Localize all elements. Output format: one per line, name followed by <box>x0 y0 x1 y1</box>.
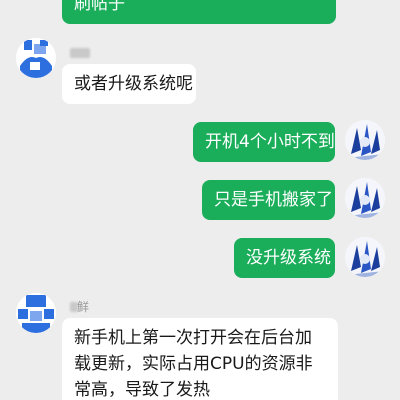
incoming-message-bubble[interactable]: 新手机上第一次打开会在后台加载更新，实际占用CPU的资源非常高，导致了发热 <box>62 318 338 400</box>
outgoing-message-bubble[interactable]: 只是手机搬家了 <box>202 180 335 220</box>
outgoing-message-bubble[interactable]: 没升级系统 <box>234 238 335 278</box>
sender-avatar[interactable] <box>16 293 56 333</box>
my-avatar[interactable] <box>345 120 385 160</box>
message-text: 开机4个小时不到 <box>205 132 335 152</box>
user-avatar-icon <box>16 293 56 333</box>
user-avatar-icon <box>16 38 56 78</box>
outgoing-message-bubble[interactable]: 刷帖子 <box>62 0 336 24</box>
my-avatar[interactable] <box>345 178 385 218</box>
outgoing-message-bubble[interactable]: 开机4个小时不到 <box>193 122 335 162</box>
message-text: 没升级系统 <box>246 248 331 268</box>
incoming-message-bubble[interactable]: 或者升级系统呢 <box>62 64 196 104</box>
user-photo-avatar <box>345 120 385 160</box>
user-photo-avatar <box>345 178 385 218</box>
message-text: 或者升级系统呢 <box>74 74 193 94</box>
message-text: 只是手机搬家了 <box>214 190 333 210</box>
sender-name <box>70 48 90 58</box>
message-text: 新手机上第一次打开会在后台加载更新，实际占用CPU的资源非常高，导致了发热 <box>74 328 313 400</box>
sender-name: 鲜 <box>77 300 90 314</box>
user-photo-avatar <box>345 237 385 277</box>
message-text: 刷帖子 <box>74 0 125 14</box>
sender-avatar[interactable] <box>16 38 56 78</box>
my-avatar[interactable] <box>345 237 385 277</box>
chat-screen: 刷帖子 或者升级系统呢 开机4个小时不到 只是手机搬家了 没升级系统 鲜 新手机… <box>0 0 400 400</box>
